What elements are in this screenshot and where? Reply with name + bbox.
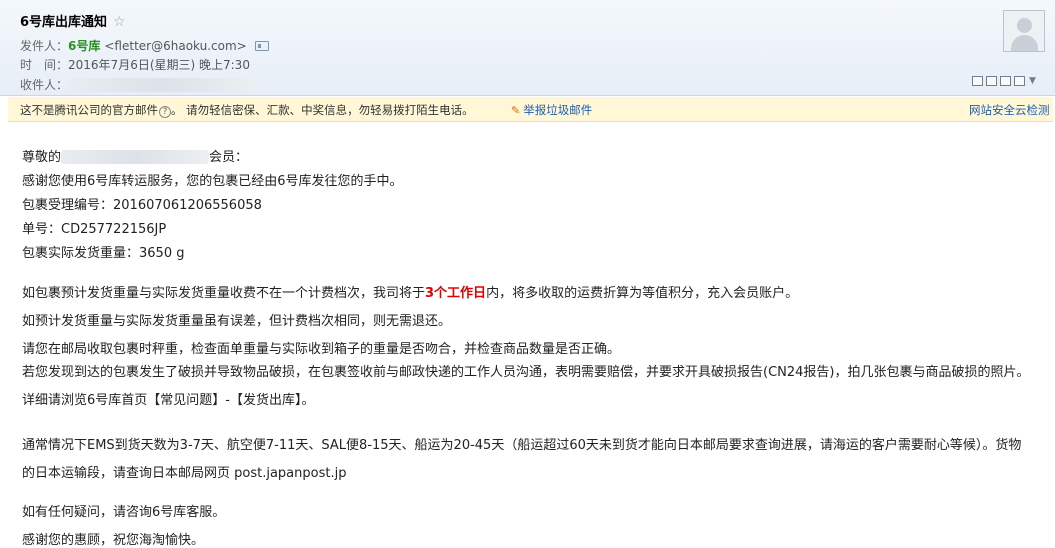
tracking-number-line: 单号：CD257722156JP: [22, 222, 167, 237]
new-window-icon[interactable]: [972, 75, 983, 86]
no-refund-paragraph: 如预计发货重量与实际发货重量虽有误差，但计费档次相同，则无需退还。: [22, 314, 452, 329]
report-icon: ✎: [511, 104, 521, 117]
greeting-suffix: 会员：: [209, 150, 249, 165]
report-label: 举报垃圾邮件: [523, 103, 593, 117]
star-icon[interactable]: ☆: [113, 14, 126, 30]
from-label: 发件人：: [20, 39, 69, 53]
refund-paragraph: 如包裹预计发货重量与实际发货重量收费不在一个计费档次，我司将于3个工作日内，将多…: [22, 282, 798, 301]
recipient-redacted: [68, 78, 259, 92]
recipient-row: 收件人：: [20, 76, 259, 93]
time-row: 时 间：2016年7月6日(星期三) 晚上7:30: [20, 56, 250, 73]
contact-card-icon[interactable]: [254, 41, 269, 51]
refund-highlight: 3个工作日: [425, 286, 487, 301]
member-name-redacted: [61, 150, 210, 164]
avatar-body-shape: [1011, 35, 1038, 51]
sender-row: 发件人：6号库 <fletter@6haoku.com>: [20, 37, 269, 54]
refund-after: 内，将多收取的运费折算为等值积分，充入会员账户。: [486, 286, 799, 301]
security-notice-bar: 这不是腾讯公司的官方邮件?。 请勿轻信密保、汇款、中奖信息，勿轻易拨打陌生电话。…: [8, 97, 1053, 122]
thanks-line: 感谢您使用6号库转运服务，您的包裹已经由6号库发往您的手中。: [22, 174, 403, 189]
check-paragraph: 请您在邮局收取包裹时秤重，检查面单重量与实际收到箱子的重量是否吻合，并检查商品数…: [22, 342, 621, 357]
time-value: 2016年7月6日(星期三) 晚上7:30: [68, 58, 250, 72]
refund-before: 如包裹预计发货重量与实际发货重量收费不在一个计费档次，我司将于: [22, 286, 426, 301]
help-icon[interactable]: ?: [159, 106, 171, 118]
contact-paragraph: 如有任何疑问，请咨询6号库客服。: [22, 505, 226, 520]
sender-name[interactable]: 6号库: [68, 39, 100, 53]
fullscreen-icon[interactable]: [1000, 75, 1011, 86]
email-subject: 6号库出库通知 ☆: [20, 11, 126, 30]
subject-text: 6号库出库通知: [20, 15, 108, 30]
greeting-prefix: 尊敬的: [22, 150, 62, 165]
to-label: 收件人：: [20, 78, 69, 92]
more-icon[interactable]: [1014, 75, 1025, 86]
security-check-link[interactable]: 网站安全云检测: [969, 102, 1050, 118]
report-spam-link[interactable]: ✎ 举报垃圾邮件: [511, 102, 592, 118]
print-icon[interactable]: [986, 75, 997, 86]
email-header: 6号库出库通知 ☆ 发件人：6号库 <fletter@6haoku.com> 时 间…: [0, 0, 1055, 96]
chevron-down-icon[interactable]: ▼: [1029, 76, 1036, 86]
notice-text: 这不是腾讯公司的官方邮件?。 请勿轻信密保、汇款、中奖信息，勿轻易拨打陌生电话。: [20, 102, 474, 118]
greeting: 尊敬的 会员：: [22, 146, 248, 165]
shipping-paragraph: 通常情况下EMS到货天数为3-7天、航空便7-11天、SAL便8-15天、船运为…: [22, 438, 1022, 481]
avatar-head-shape: [1017, 18, 1032, 33]
mail-tools: ▼: [972, 73, 1036, 87]
weight-line: 包裹实际发货重量：3650 g: [22, 246, 185, 261]
damage-paragraph: 若您发现到达的包裹发生了破损并导致物品破损，在包裹签收前与邮政快递的工作人员沟通…: [22, 365, 1030, 408]
receipt-number-line: 包裹受理编号：201607061206556058: [22, 198, 262, 213]
time-label: 时 间：: [20, 58, 69, 72]
sender-address[interactable]: <fletter@6haoku.com>: [104, 39, 246, 53]
avatar[interactable]: [1003, 10, 1045, 52]
notice-warning: 。 请勿轻信密保、汇款、中奖信息，勿轻易拨打陌生电话。: [171, 103, 474, 117]
notice-official: 这不是腾讯公司的官方邮件: [20, 103, 158, 117]
closing-paragraph: 感谢您的惠顾，祝您海淘愉快。: [22, 533, 205, 548]
